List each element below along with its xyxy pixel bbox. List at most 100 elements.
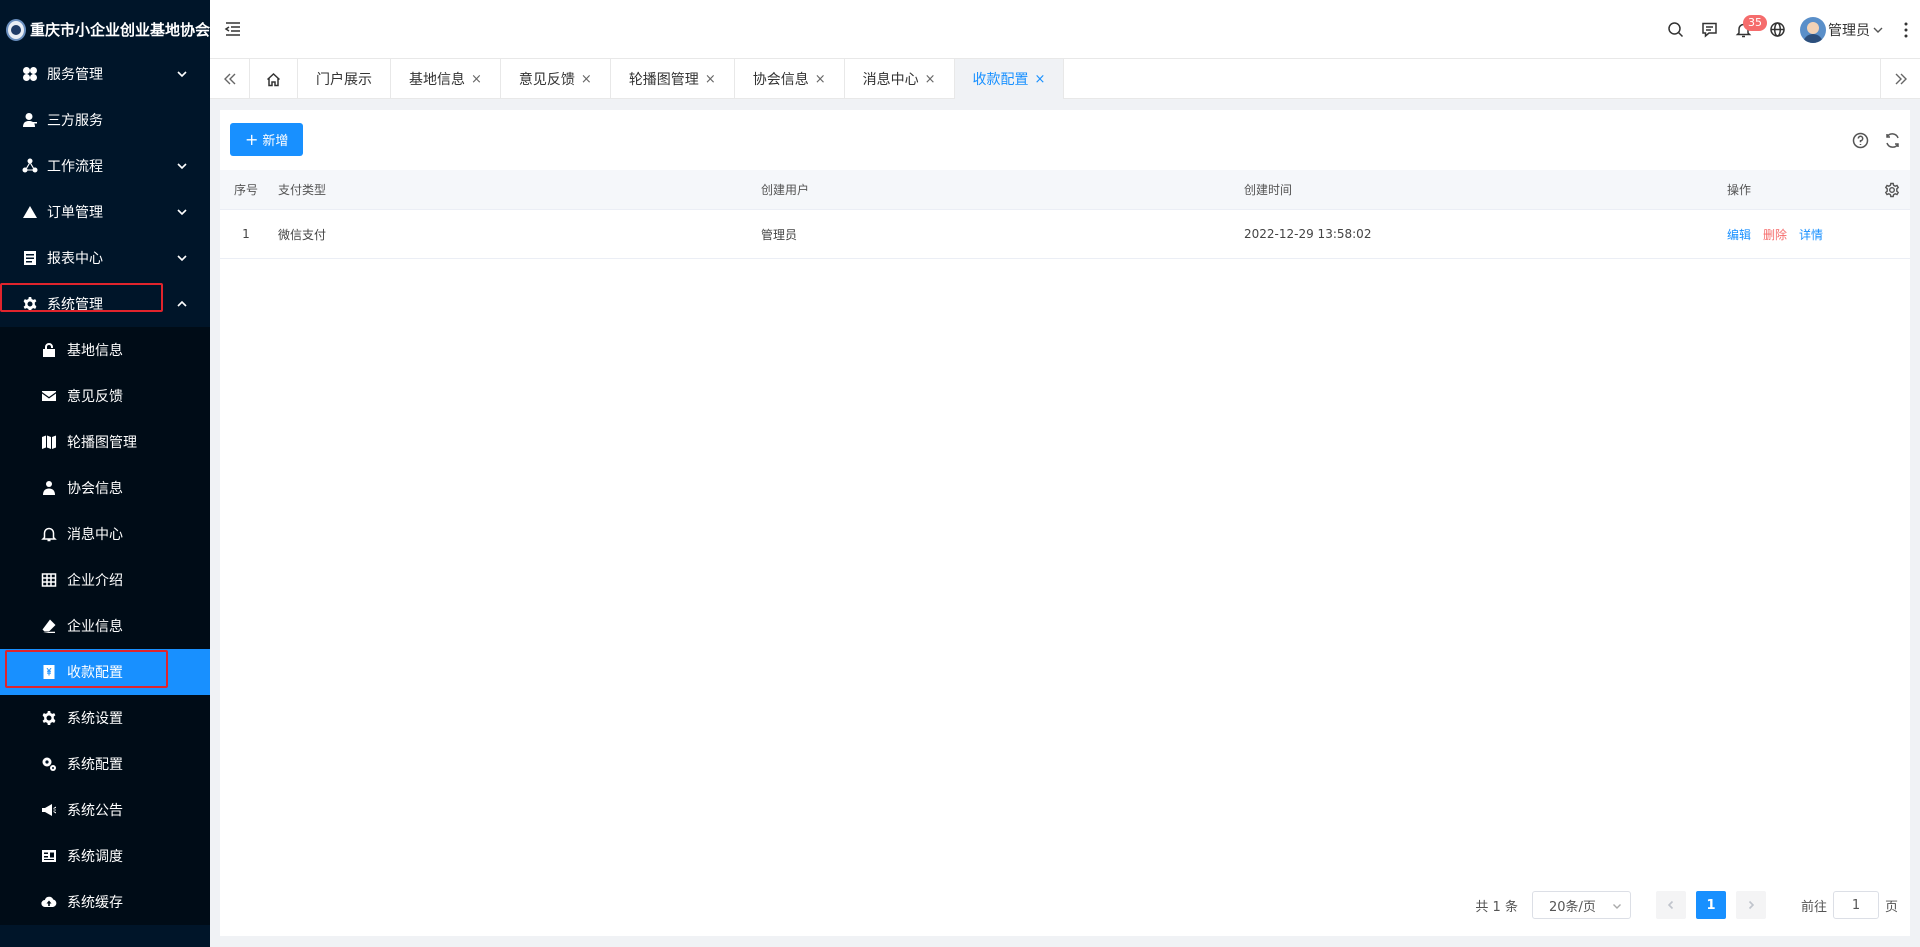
users-icon: [41, 480, 57, 496]
header-actions: 35 管理员: [1658, 0, 1920, 59]
sidebar-item-announcements[interactable]: 系统公告: [0, 787, 210, 833]
chevron-down-icon: [176, 206, 188, 218]
goto-page: 前往 页: [1801, 891, 1898, 919]
close-icon[interactable]: ×: [1035, 72, 1046, 87]
delete-link[interactable]: 删除: [1763, 226, 1787, 243]
sidebar-item-label: 协会信息: [67, 481, 123, 497]
plus-icon: +: [245, 129, 259, 149]
column-header-index: 序号: [233, 183, 258, 197]
detail-link[interactable]: 详情: [1799, 226, 1823, 243]
logo-emblem-icon: [6, 18, 26, 41]
add-button-label: 新增: [262, 134, 289, 149]
tab-portal[interactable]: 门户展示: [298, 59, 391, 99]
schedule-icon: [41, 848, 57, 864]
help-icon[interactable]: [1850, 130, 1870, 150]
chevron-down-icon: [176, 252, 188, 264]
sidebar-item-orders[interactable]: 订单管理: [0, 189, 210, 235]
tab-home[interactable]: [250, 59, 298, 99]
sidebar-item-base-info[interactable]: 基地信息: [0, 327, 210, 373]
close-icon[interactable]: ×: [815, 72, 826, 87]
chevron-right-icon: [1748, 900, 1755, 910]
goto-page-input[interactable]: [1832, 891, 1879, 919]
sidebar-item-system-settings[interactable]: 系统设置: [0, 695, 210, 741]
menu-collapse-icon[interactable]: [224, 20, 242, 38]
close-icon[interactable]: ×: [925, 72, 936, 87]
sidebar-item-company-info[interactable]: 企业信息: [0, 603, 210, 649]
tabs-bar: 门户展示 基地信息 × 意见反馈 × 轮播图管理 × 协会信息 × 消息中心 ×…: [210, 59, 1920, 99]
sidebar-item-service-management[interactable]: 服务管理: [0, 51, 210, 97]
user-menu[interactable]: 管理员: [1800, 16, 1884, 43]
sidebar-item-reports[interactable]: 报表中心: [0, 235, 210, 281]
chevron-down-icon: [1612, 900, 1622, 910]
gear-icon: [41, 710, 57, 726]
close-icon[interactable]: ×: [471, 72, 482, 87]
sidebar-item-label: 消息中心: [67, 527, 123, 543]
tab-payment-config[interactable]: 收款配置 ×: [954, 59, 1065, 99]
tab-carousel[interactable]: 轮播图管理 ×: [611, 59, 735, 99]
tab-messages[interactable]: 消息中心 ×: [845, 59, 955, 99]
edit-link[interactable]: 编辑: [1727, 226, 1751, 243]
sidebar-item-company-intro[interactable]: 企业介绍: [0, 557, 210, 603]
more-vertical-icon[interactable]: [1892, 13, 1920, 47]
page-size-select[interactable]: 20条/页: [1531, 891, 1631, 919]
column-settings-gear-icon[interactable]: [1884, 182, 1900, 198]
message-icon[interactable]: [1692, 13, 1726, 47]
sidebar-item-third-party[interactable]: 三方服务: [0, 97, 210, 143]
user-name: 管理员: [1828, 22, 1870, 39]
chevron-down-icon: [1872, 24, 1884, 36]
cloud-icon: [41, 894, 57, 910]
sidebar-item-scheduling[interactable]: 系统调度: [0, 833, 210, 879]
cell-created-at: 2022-12-29 13:58:02: [1244, 227, 1372, 241]
page-size-value: 20条/页: [1548, 899, 1596, 915]
sidebar: 重庆市小企业创业基地协会 服务管理 三方服务 工作流程 订单管理 报表中心 系统…: [0, 0, 210, 947]
sidebar-item-system-management[interactable]: 系统管理: [0, 281, 210, 327]
sidebar-item-association[interactable]: 协会信息: [0, 465, 210, 511]
nodes-icon: [22, 158, 38, 174]
logo-text: 重庆市小企业创业基地协会: [29, 21, 210, 39]
tabs-scroll-right-icon[interactable]: [1880, 59, 1920, 99]
sidebar-item-messages[interactable]: 消息中心: [0, 511, 210, 557]
tab-label: 协会信息: [752, 72, 809, 88]
globe-icon[interactable]: [1760, 13, 1794, 47]
close-icon[interactable]: ×: [705, 72, 716, 87]
add-button[interactable]: + 新增: [230, 123, 304, 156]
sidebar-item-system-config[interactable]: 系统配置: [0, 741, 210, 787]
next-page-button[interactable]: [1735, 891, 1766, 919]
search-icon[interactable]: [1658, 13, 1692, 47]
column-header-actions: 操作: [1727, 183, 1752, 197]
tab-feedback[interactable]: 意见反馈 ×: [501, 59, 611, 99]
table-header: 序号 支付类型 创建用户 创建时间 操作: [220, 170, 1910, 210]
toolbar-icons: [1838, 130, 1902, 150]
table-icon: [41, 572, 57, 588]
sidebar-item-label: 基地信息: [67, 343, 123, 359]
sidebar-item-label: 意见反馈: [67, 389, 123, 405]
sidebar-item-carousel[interactable]: 轮播图管理: [0, 419, 210, 465]
chevron-down-icon: [176, 160, 188, 172]
tab-label: 门户展示: [316, 72, 372, 88]
sidebar-item-label: 企业介绍: [67, 573, 123, 589]
sidebar-item-label: 三方服务: [47, 113, 103, 129]
user-icon: [22, 112, 38, 128]
tab-base-info[interactable]: 基地信息 ×: [391, 59, 501, 99]
sidebar-item-label: 系统管理: [47, 297, 103, 313]
tabs-scroll-left-icon[interactable]: [210, 59, 250, 99]
sidebar-item-payment-config[interactable]: 收款配置: [0, 649, 210, 695]
prev-page-button[interactable]: [1655, 891, 1686, 919]
column-header-created-at: 创建时间: [1244, 183, 1293, 197]
sidebar-item-cache[interactable]: 系统缓存: [0, 879, 210, 925]
mail-icon: [41, 388, 57, 404]
table-toolbar: + 新增: [220, 110, 1910, 170]
sidebar-item-feedback[interactable]: 意见反馈: [0, 373, 210, 419]
sidebar-item-label: 系统调度: [67, 849, 123, 865]
refresh-icon[interactable]: [1882, 130, 1902, 150]
notification-bell-icon[interactable]: 35: [1726, 13, 1767, 47]
goto-suffix: 页: [1884, 899, 1898, 915]
cell-index: 1: [242, 227, 250, 241]
pagination: 共 1 条 20条/页 1 前往 页: [1475, 890, 1898, 920]
page-number-current[interactable]: 1: [1695, 891, 1726, 919]
sidebar-item-workflow[interactable]: 工作流程: [0, 143, 210, 189]
tab-association[interactable]: 协会信息 ×: [735, 59, 845, 99]
tab-label: 收款配置: [972, 72, 1029, 88]
sidebar-item-label: 工作流程: [47, 159, 103, 175]
close-icon[interactable]: ×: [581, 72, 592, 87]
